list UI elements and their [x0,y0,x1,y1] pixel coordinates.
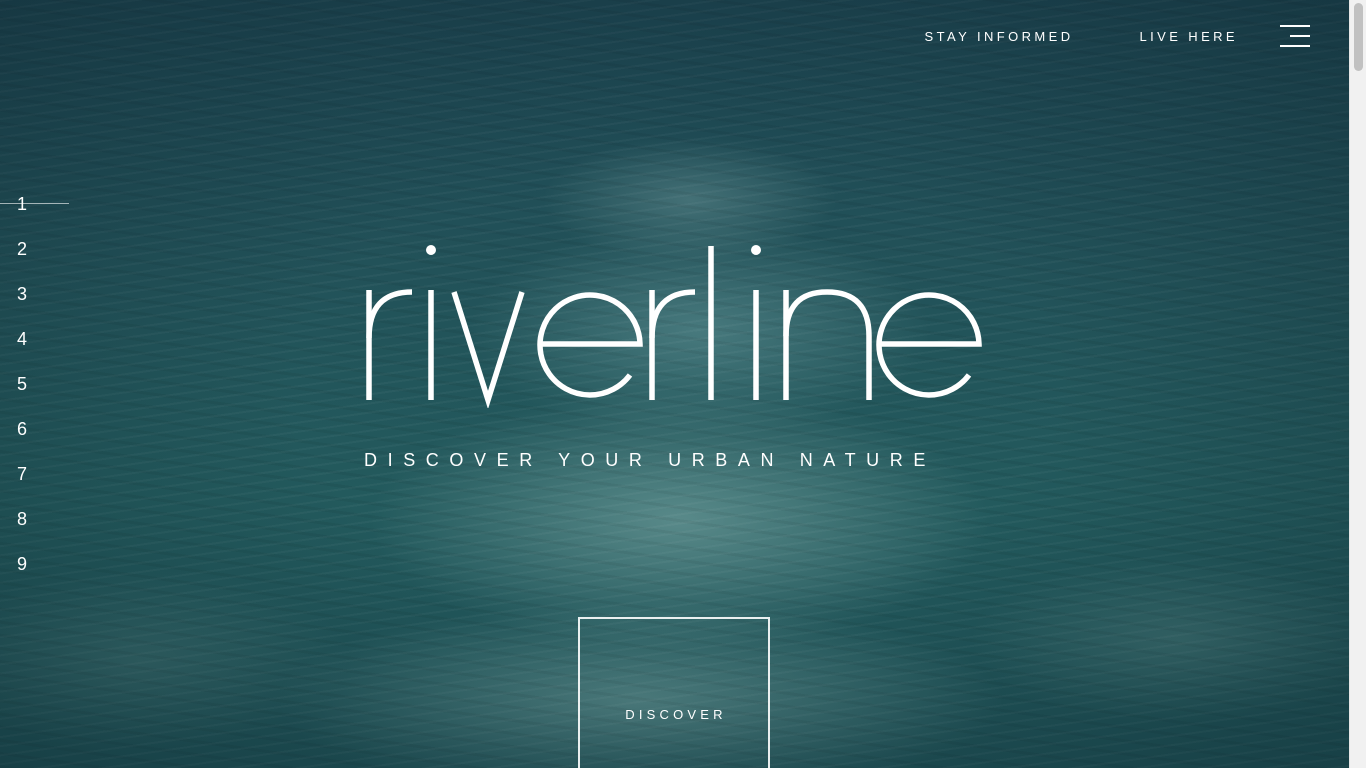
menu-bar-top [1280,25,1310,27]
section-nav-item-7[interactable]: 7 [0,462,80,507]
section-nav-item-1[interactable]: 1 [0,192,80,237]
section-nav-item-5[interactable]: 5 [0,372,80,417]
section-nav: 1 2 3 4 5 6 7 8 9 [0,192,80,597]
scrollbar-thumb[interactable] [1354,3,1363,71]
top-nav: STAY INFORMED LIVE HERE [925,25,1310,47]
menu-bar-bottom [1280,45,1310,47]
section-nav-item-2[interactable]: 2 [0,237,80,282]
riverline-logo: riverline [366,245,982,408]
tagline: DISCOVER YOUR URBAN NATURE [364,450,936,470]
discover-button[interactable]: DISCOVER [578,617,770,768]
section-nav-item-9[interactable]: 9 [0,552,80,597]
section-nav-item-8[interactable]: 8 [0,507,80,552]
section-nav-item-4[interactable]: 4 [0,327,80,372]
hamburger-menu-icon[interactable] [1280,25,1310,47]
menu-bar-middle [1290,35,1310,37]
live-here-link[interactable]: LIVE HERE [1139,29,1238,44]
discover-label: DISCOVER [625,707,727,722]
scrollbar[interactable] [1349,0,1366,768]
section-nav-item-6[interactable]: 6 [0,417,80,462]
section-nav-item-3[interactable]: 3 [0,282,80,327]
stay-informed-link[interactable]: STAY INFORMED [925,29,1074,44]
